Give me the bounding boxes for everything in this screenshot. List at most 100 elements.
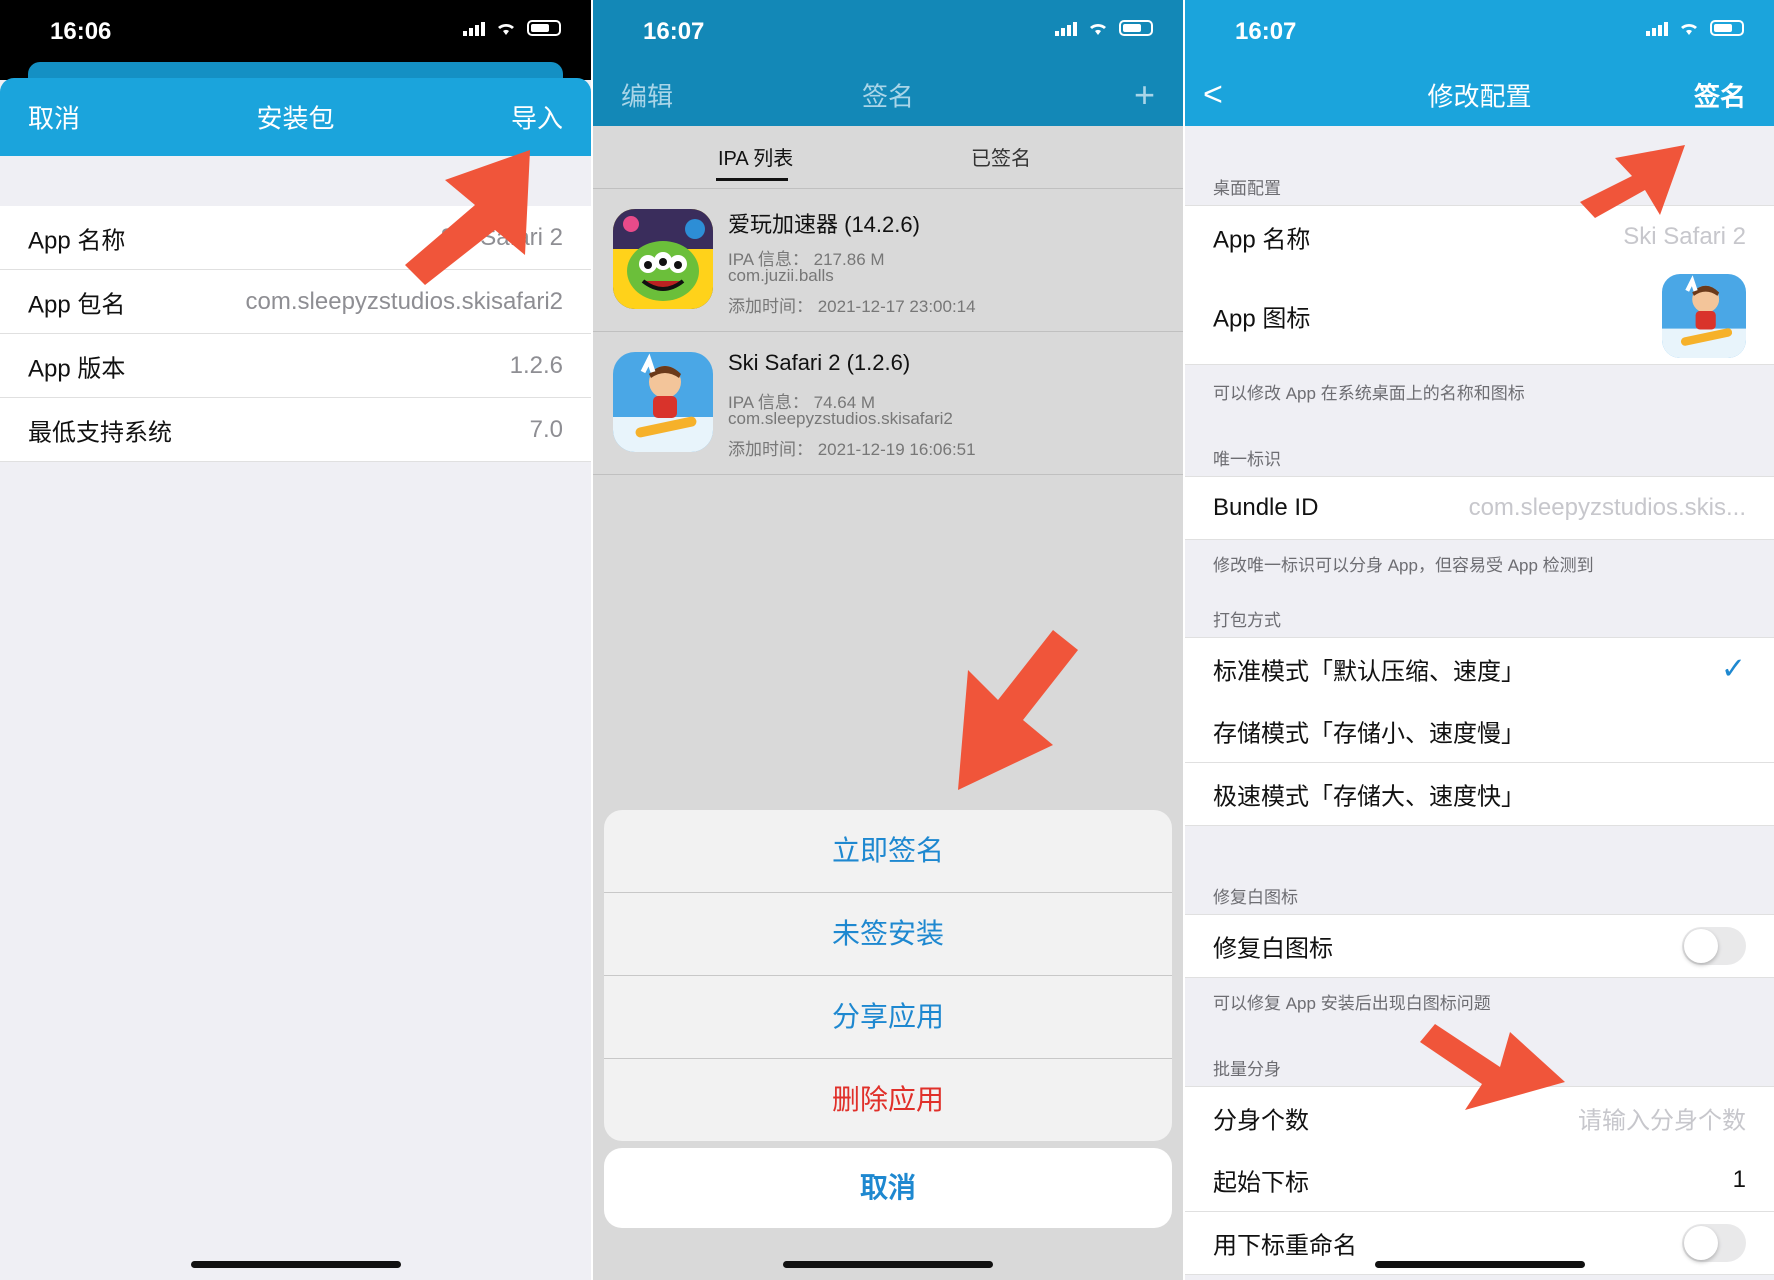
- row-bundle-id[interactable]: Bundle ID com.sleepyzstudios.skis...: [1185, 476, 1774, 540]
- toggle-knob: [1684, 929, 1718, 963]
- panel-sign-list: 16:07 编辑 签名 + IPA 列表 已签名 爱玩加速器 (14.2.6) …: [593, 0, 1183, 1280]
- app-icon-game: [613, 209, 713, 309]
- status-time: 16:06: [50, 18, 112, 45]
- row-label: App 版本: [28, 355, 126, 382]
- section-header-unique: 唯一标识: [1213, 450, 1281, 469]
- battery-icon: [1119, 20, 1153, 36]
- item-added: 添加时间： 2021-12-17 23:00:14: [728, 297, 976, 316]
- item-title: 爱玩加速器 (14.2.6): [728, 212, 920, 237]
- nav-bar: 编辑 签名 +: [593, 64, 1183, 126]
- row-label: App 名称: [28, 227, 126, 254]
- page-title: 签名: [861, 81, 915, 112]
- item-bundle: com.sleepyzstudios.skisafari2: [728, 409, 953, 428]
- section-header-fix: 修复白图标: [1213, 888, 1298, 907]
- row-label: 标准模式「默认压缩、速度」: [1213, 658, 1525, 686]
- battery-icon: [527, 20, 561, 36]
- row-label: 最低支持系统: [28, 419, 172, 446]
- home-indicator: [190, 1261, 401, 1268]
- wifi-icon: [498, 23, 514, 35]
- battery-icon: [1710, 20, 1744, 36]
- share-app-button[interactable]: 分享应用: [604, 976, 1172, 1059]
- app-name-value: Ski Safari 2: [1623, 223, 1746, 250]
- row-label: App 图标: [1213, 305, 1311, 333]
- arrow-annotation: [1580, 145, 1685, 218]
- tab-bar: IPA 列表 已签名: [593, 126, 1183, 189]
- row-label: 分身个数: [1213, 1107, 1309, 1135]
- row-label: Bundle ID: [1213, 494, 1319, 521]
- tab-active-indicator: [716, 178, 788, 181]
- row-label: 用下标重命名: [1213, 1232, 1357, 1260]
- row-min-os: 最低支持系统 7.0: [0, 398, 591, 462]
- import-button[interactable]: 导入: [511, 99, 563, 136]
- status-bar: 16:07: [593, 0, 1183, 64]
- delete-app-button[interactable]: 删除应用: [604, 1059, 1172, 1141]
- home-indicator: [783, 1261, 993, 1268]
- pack-mode-standard[interactable]: 标准模式「默认压缩、速度」 ✓: [1185, 637, 1774, 701]
- signal-icon: [1646, 20, 1668, 36]
- panel-install-package: 16:06 取消 安装包 导入 App 名称 Ski Safari 2 App …: [0, 0, 591, 1280]
- row-app-icon[interactable]: App 图标: [1185, 268, 1774, 365]
- status-bar: 16:07: [1185, 0, 1774, 64]
- back-chevron-icon[interactable]: <: [1203, 76, 1223, 115]
- item-bundle: com.juzii.balls: [728, 266, 834, 285]
- app-icon-ski-safari: [1662, 274, 1746, 358]
- add-button[interactable]: +: [1134, 74, 1155, 116]
- edit-button[interactable]: 编辑: [621, 77, 673, 114]
- signal-icon: [463, 20, 485, 36]
- list-item[interactable]: Ski Safari 2 (1.2.6) IPA 信息： 74.64 M com…: [593, 332, 1183, 475]
- sign-button[interactable]: 签名: [1694, 77, 1746, 114]
- section-header-batch: 批量分身: [1213, 1060, 1281, 1079]
- row-app-version: App 版本 1.2.6: [0, 334, 591, 398]
- app-icon-ski-safari: [613, 352, 713, 452]
- arrow-annotation: [405, 150, 530, 285]
- section-header-desktop: 桌面配置: [1213, 179, 1281, 198]
- desktop-note: 可以修改 App 在系统桌面上的名称和图标: [1213, 384, 1525, 403]
- toggle-knob: [1684, 1226, 1718, 1260]
- home-indicator: [1374, 1261, 1585, 1268]
- clone-count-input[interactable]: 请输入分身个数: [1578, 1101, 1746, 1136]
- signal-icon: [1055, 20, 1077, 36]
- rename-toggle[interactable]: [1682, 1224, 1746, 1262]
- sheet-cancel-button[interactable]: 取消: [604, 1148, 1172, 1228]
- row-value: 7.0: [529, 415, 563, 443]
- cancel-button[interactable]: 取消: [28, 99, 80, 136]
- page-title: 安装包: [256, 103, 335, 134]
- action-sheet: 立即签名 未签安装 分享应用 删除应用: [604, 810, 1172, 1141]
- row-label: 极速模式「存储大、速度快」: [1213, 783, 1525, 811]
- status-time: 16:07: [1235, 18, 1297, 45]
- row-fix-white-icon: 修复白图标: [1185, 914, 1774, 978]
- nav-bar: < 修改配置 签名: [1185, 64, 1774, 126]
- tab-signed[interactable]: 已签名: [971, 142, 1031, 171]
- panel-edit-config: 16:07 < 修改配置 签名 桌面配置 App 名称 Ski Safari 2…: [1185, 0, 1774, 1280]
- start-index-input[interactable]: 1: [1733, 1166, 1746, 1194]
- status-time: 16:07: [643, 18, 705, 45]
- row-value: 1.2.6: [509, 351, 563, 379]
- item-added: 添加时间： 2021-12-19 16:06:51: [728, 440, 976, 459]
- arrow-annotation: [958, 630, 1078, 790]
- row-start-index: 起始下标 1: [1185, 1149, 1774, 1212]
- wifi-icon: [1090, 23, 1106, 35]
- fix-note: 可以修复 App 安装后出现白图标问题: [1213, 994, 1491, 1013]
- row-value: com.sleepyzstudios.skisafari2: [245, 287, 563, 315]
- install-unsigned-button[interactable]: 未签安装: [604, 893, 1172, 976]
- checkmark-icon: ✓: [1720, 652, 1746, 686]
- tab-ipa-list[interactable]: IPA 列表: [718, 142, 793, 171]
- row-label: 修复白图标: [1213, 935, 1333, 963]
- row-label: 起始下标: [1213, 1169, 1309, 1197]
- unique-note: 修改唯一标识可以分身 App，但容易受 App 检测到: [1213, 556, 1594, 575]
- list-item[interactable]: 爱玩加速器 (14.2.6) IPA 信息： 217.86 M com.juzi…: [593, 189, 1183, 332]
- wifi-icon: [1681, 23, 1697, 35]
- fix-white-icon-toggle[interactable]: [1682, 927, 1746, 965]
- item-title: Ski Safari 2 (1.2.6): [728, 350, 911, 375]
- row-label: App 包名: [28, 291, 126, 318]
- status-bar: 16:06: [0, 0, 591, 64]
- section-header-pack: 打包方式: [1213, 611, 1281, 630]
- pack-mode-storage[interactable]: 存储模式「存储小、速度慢」: [1185, 700, 1774, 763]
- bundle-id-value: com.sleepyzstudios.skis...: [1468, 494, 1746, 521]
- row-label: 存储模式「存储小、速度慢」: [1213, 720, 1525, 748]
- row-label: App 名称: [1213, 226, 1311, 254]
- arrow-annotation: [1420, 1024, 1565, 1110]
- page-title: 修改配置: [1427, 81, 1532, 112]
- sign-now-button[interactable]: 立即签名: [604, 810, 1172, 893]
- pack-mode-fast[interactable]: 极速模式「存储大、速度快」: [1185, 763, 1774, 826]
